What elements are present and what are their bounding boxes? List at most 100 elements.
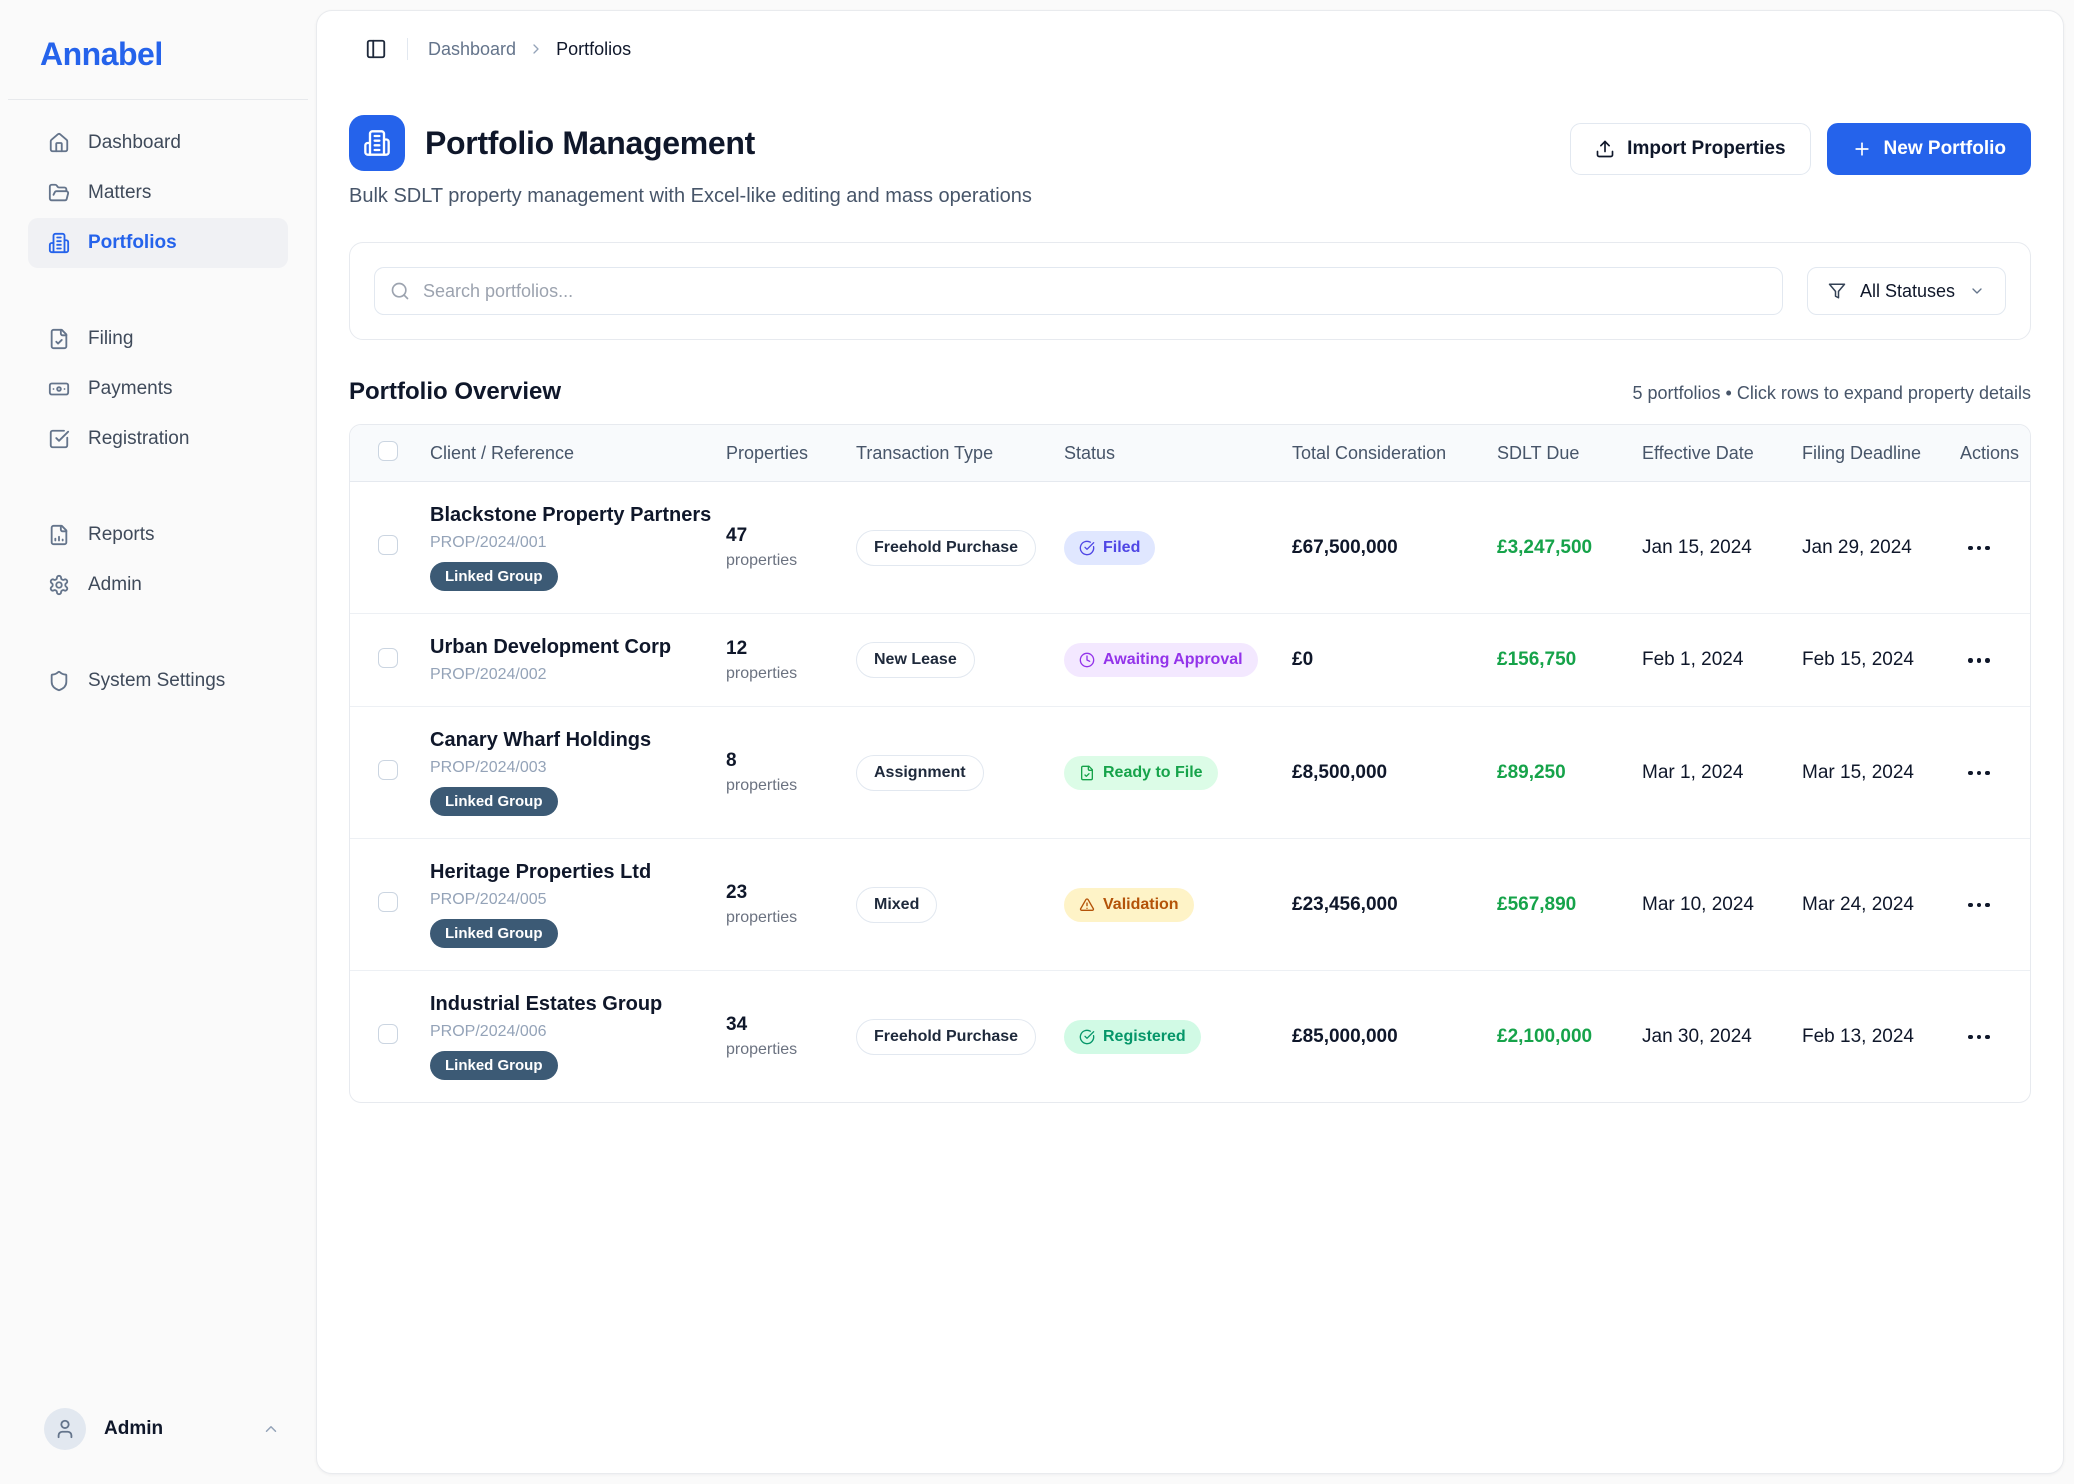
shield-icon bbox=[48, 670, 70, 692]
status-badge: Validation bbox=[1064, 888, 1194, 922]
breadcrumb: Dashboard Portfolios bbox=[428, 39, 631, 60]
square-check-icon bbox=[48, 428, 70, 450]
row-checkbox[interactable] bbox=[378, 892, 398, 912]
row-actions-button[interactable] bbox=[1960, 538, 1998, 559]
sidebar-toggle-button[interactable] bbox=[365, 38, 387, 60]
search-icon bbox=[390, 281, 410, 301]
sidebar-item-admin[interactable]: Admin bbox=[28, 560, 288, 610]
sidebar-item-matters[interactable]: Matters bbox=[28, 168, 288, 218]
table-row[interactable]: Blackstone Property Partners PROP/2024/0… bbox=[350, 482, 2030, 613]
circle-check-icon bbox=[1079, 1029, 1095, 1045]
sidebar-item-label: Dashboard bbox=[88, 132, 181, 154]
main-panel: Dashboard Portfolios Portfolio Managemen… bbox=[316, 10, 2064, 1474]
sidebar-item-registration[interactable]: Registration bbox=[28, 414, 288, 464]
status-filter-dropdown[interactable]: All Statuses bbox=[1807, 267, 2006, 315]
properties-word: properties bbox=[726, 1041, 846, 1059]
sidebar-item-system-settings[interactable]: System Settings bbox=[28, 656, 288, 706]
sidebar-nav: Dashboard Matters Portfolios Filing Paym… bbox=[0, 100, 316, 1408]
total-consideration: £8,500,000 bbox=[1292, 762, 1497, 784]
filing-deadline: Feb 13, 2024 bbox=[1802, 1026, 1960, 1048]
search-input[interactable] bbox=[374, 267, 1783, 315]
client-name: Industrial Estates Group bbox=[430, 993, 716, 1016]
user-menu[interactable]: Admin bbox=[0, 1408, 316, 1484]
sdlt-due: £2,100,000 bbox=[1497, 1026, 1642, 1048]
sidebar-item-reports[interactable]: Reports bbox=[28, 510, 288, 560]
transaction-type-badge: New Lease bbox=[856, 642, 975, 678]
sdlt-due: £156,750 bbox=[1497, 649, 1642, 671]
effective-date: Feb 1, 2024 bbox=[1642, 649, 1802, 671]
client-reference: PROP/2024/003 bbox=[430, 759, 716, 777]
table-row[interactable]: Industrial Estates Group PROP/2024/006 L… bbox=[350, 970, 2030, 1102]
row-checkbox[interactable] bbox=[378, 760, 398, 780]
linked-group-badge: Linked Group bbox=[430, 562, 558, 591]
status-label: Awaiting Approval bbox=[1103, 651, 1243, 669]
page-header: Portfolio Management Bulk SDLT property … bbox=[317, 87, 2063, 208]
triangle-alert-icon bbox=[1079, 897, 1095, 913]
transaction-type-badge: Freehold Purchase bbox=[856, 1019, 1036, 1055]
sidebar-item-label: Reports bbox=[88, 524, 155, 546]
breadcrumb-dashboard[interactable]: Dashboard bbox=[428, 39, 516, 60]
page-title: Portfolio Management bbox=[425, 125, 755, 162]
home-icon bbox=[48, 132, 70, 154]
filing-deadline: Mar 24, 2024 bbox=[1802, 894, 1960, 916]
client-name: Heritage Properties Ltd bbox=[430, 861, 716, 884]
sidebar-item-dashboard[interactable]: Dashboard bbox=[28, 118, 288, 168]
client-reference: PROP/2024/002 bbox=[430, 666, 716, 684]
avatar bbox=[44, 1408, 86, 1450]
table-row[interactable]: Canary Wharf Holdings PROP/2024/003 Link… bbox=[350, 706, 2030, 838]
filing-deadline: Jan 29, 2024 bbox=[1802, 537, 1960, 559]
plus-icon bbox=[1852, 139, 1872, 159]
row-actions-button[interactable] bbox=[1960, 763, 1998, 784]
circle-check-icon bbox=[1079, 540, 1095, 556]
col-status: Status bbox=[1064, 443, 1292, 464]
sidebar-item-label: Registration bbox=[88, 428, 189, 450]
sdlt-due: £3,247,500 bbox=[1497, 537, 1642, 559]
topbar-divider bbox=[407, 38, 408, 60]
banknote-icon bbox=[48, 378, 70, 400]
status-badge: Ready to File bbox=[1064, 756, 1218, 790]
properties-word: properties bbox=[726, 665, 846, 683]
total-consideration: £85,000,000 bbox=[1292, 1026, 1497, 1048]
sidebar-item-portfolios[interactable]: Portfolios bbox=[28, 218, 288, 268]
client-name: Canary Wharf Holdings bbox=[430, 729, 716, 752]
table-row[interactable]: Heritage Properties Ltd PROP/2024/005 Li… bbox=[350, 838, 2030, 970]
folder-open-icon bbox=[48, 182, 70, 204]
row-checkbox[interactable] bbox=[378, 535, 398, 555]
status-label: Ready to File bbox=[1103, 764, 1203, 782]
total-consideration: £67,500,000 bbox=[1292, 537, 1497, 559]
transaction-type-badge: Freehold Purchase bbox=[856, 530, 1036, 566]
row-actions-button[interactable] bbox=[1960, 650, 1998, 671]
new-portfolio-button[interactable]: New Portfolio bbox=[1827, 123, 2031, 175]
building-icon bbox=[363, 129, 391, 157]
properties-count: 12 bbox=[726, 638, 846, 660]
sidebar: Annabel Dashboard Matters Portfolios Fil… bbox=[0, 0, 316, 1484]
client-reference: PROP/2024/005 bbox=[430, 891, 716, 909]
import-properties-button[interactable]: Import Properties bbox=[1570, 123, 1810, 175]
col-actions: Actions bbox=[1960, 443, 2030, 464]
col-transaction-type: Transaction Type bbox=[856, 443, 1064, 464]
ellipsis-icon bbox=[1968, 903, 1973, 908]
select-all-checkbox[interactable] bbox=[378, 441, 398, 461]
client-reference: PROP/2024/006 bbox=[430, 1023, 716, 1041]
properties-word: properties bbox=[726, 552, 846, 570]
ellipsis-icon bbox=[1968, 546, 1973, 551]
file-check-icon bbox=[1079, 765, 1095, 781]
sdlt-due: £89,250 bbox=[1497, 762, 1642, 784]
row-checkbox[interactable] bbox=[378, 648, 398, 668]
table-header-row: Client / Reference Properties Transactio… bbox=[350, 425, 2030, 482]
row-actions-button[interactable] bbox=[1960, 1027, 1998, 1048]
funnel-icon bbox=[1828, 282, 1846, 300]
sidebar-item-payments[interactable]: Payments bbox=[28, 364, 288, 414]
client-reference: PROP/2024/001 bbox=[430, 534, 716, 552]
status-label: Registered bbox=[1103, 1028, 1186, 1046]
client-name: Blackstone Property Partners bbox=[430, 504, 716, 527]
building-icon bbox=[48, 232, 70, 254]
row-actions-button[interactable] bbox=[1960, 895, 1998, 916]
row-checkbox[interactable] bbox=[378, 1024, 398, 1044]
sidebar-item-filing[interactable]: Filing bbox=[28, 314, 288, 364]
gear-icon bbox=[48, 574, 70, 596]
sidebar-item-label: System Settings bbox=[88, 670, 225, 692]
topbar: Dashboard Portfolios bbox=[317, 11, 2063, 87]
chevron-down-icon bbox=[1969, 283, 1985, 299]
table-row[interactable]: Urban Development Corp PROP/2024/002 12 … bbox=[350, 613, 2030, 706]
